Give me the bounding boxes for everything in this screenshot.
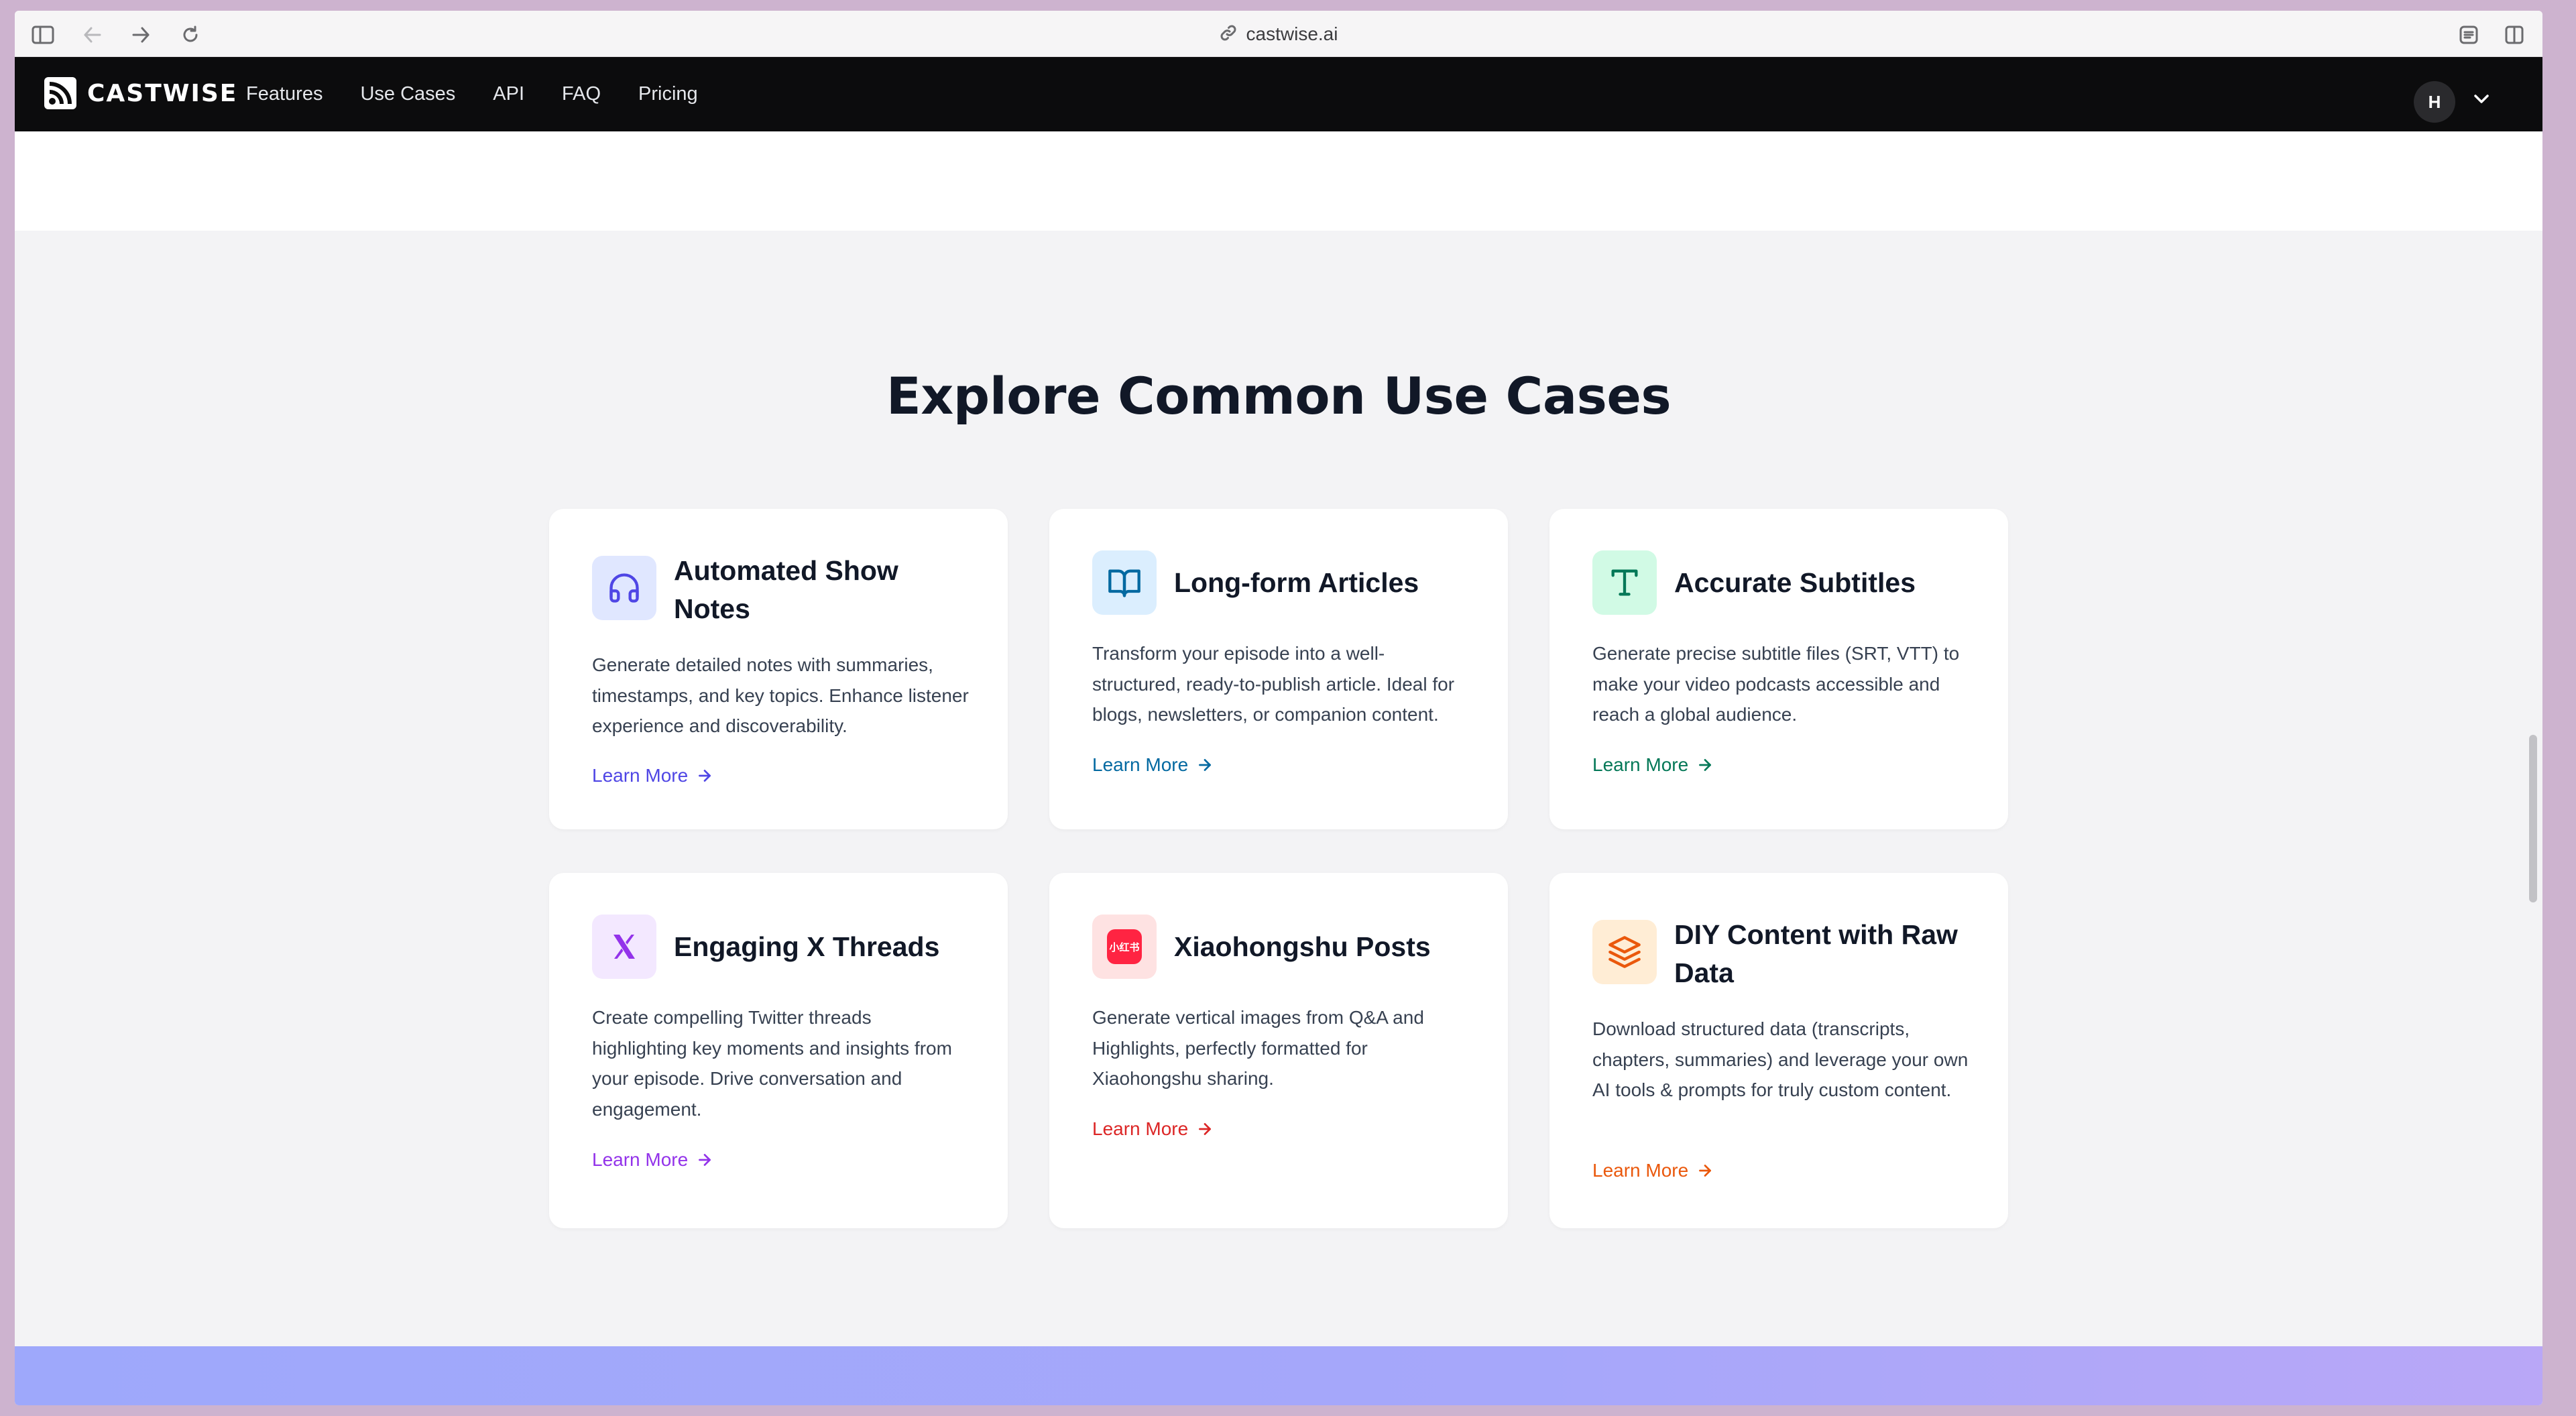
learn-more-link[interactable]: Learn More [1592, 1160, 1714, 1181]
brand-name: CASTWISE [87, 79, 238, 107]
arrow-right-icon [699, 770, 711, 782]
chevron-down-icon[interactable] [2473, 93, 2490, 109]
arrow-right-icon [1699, 1165, 1712, 1177]
type-icon [1592, 550, 1657, 615]
learn-more-label: Learn More [1592, 1160, 1689, 1181]
card-title: Accurate Subtitles [1674, 567, 1916, 598]
learn-more-label: Learn More [592, 1149, 689, 1170]
learn-more-link[interactable]: Learn More [1592, 754, 1714, 776]
use-case-card-articles: Long-form Articles Transform your episod… [1049, 509, 1508, 829]
learn-more-link[interactable]: Learn More [1092, 1118, 1214, 1140]
user-avatar[interactable]: H [2414, 81, 2455, 123]
back-arrow-icon[interactable] [79, 21, 106, 48]
split-view-icon[interactable] [2501, 21, 2528, 48]
use-case-card-xiaohongshu: 小红书 Xiaohongshu Posts Generate vertical … [1049, 873, 1508, 1228]
use-case-card-subtitles: Accurate Subtitles Generate precise subt… [1549, 509, 2008, 829]
learn-more-link[interactable]: Learn More [1092, 754, 1214, 776]
section-title: Explore Common Use Cases [886, 366, 1672, 426]
browser-window: castwise.ai CASTWISE Features Use Cases … [15, 11, 2542, 1405]
arrow-right-icon [1199, 1123, 1212, 1135]
url-text: castwise.ai [1246, 23, 1338, 44]
use-case-card-diy-raw-data: DIY Content with Raw Data Download struc… [1549, 873, 2008, 1228]
card-description: Create compelling Twitter threads highli… [592, 1007, 952, 1120]
use-case-card-show-notes: Automated Show Notes Generate detailed n… [549, 509, 1008, 829]
arrow-right-icon [1199, 759, 1212, 771]
nav-link-use-cases[interactable]: Use Cases [360, 83, 455, 105]
rss-logo-icon [44, 77, 76, 109]
learn-more-label: Learn More [592, 765, 689, 786]
address-bar[interactable]: castwise.ai [1220, 23, 1338, 45]
reload-icon[interactable] [177, 21, 204, 48]
brand-logo[interactable]: CASTWISE [44, 77, 237, 109]
learn-more-link[interactable]: Learn More [592, 1149, 713, 1171]
learn-more-label: Learn More [1092, 754, 1189, 775]
xiaohongshu-logo-icon: 小红书 [1092, 914, 1157, 979]
use-cases-section: Explore Common Use Cases Automated Show … [15, 231, 2542, 1357]
previous-section [15, 131, 2542, 231]
nav-link-api[interactable]: API [493, 83, 524, 105]
learn-more-link[interactable]: Learn More [592, 765, 713, 786]
link-icon [1220, 24, 1237, 45]
nav-links: Features Use Cases API FAQ Pricing [246, 57, 698, 131]
card-description: Transform your episode into a well-struc… [1092, 643, 1455, 725]
layers-icon [1592, 920, 1657, 984]
card-title: Long-form Articles [1174, 567, 1419, 598]
nav-link-pricing[interactable]: Pricing [638, 83, 698, 105]
card-title: DIY Content with Raw Data [1674, 919, 1958, 988]
site-header: CASTWISE Features Use Cases API FAQ Pric… [15, 57, 2542, 131]
book-open-icon [1092, 550, 1157, 615]
use-case-card-x-threads: Engaging X Threads Create compelling Twi… [549, 873, 1008, 1228]
card-description: Download structured data (transcripts, c… [1592, 1018, 1969, 1100]
next-section-banner [15, 1346, 2542, 1405]
nav-link-faq[interactable]: FAQ [562, 83, 601, 105]
card-description: Generate precise subtitle files (SRT, VT… [1592, 643, 1960, 725]
forward-arrow-icon[interactable] [127, 21, 154, 48]
card-title: Automated Show Notes [674, 555, 898, 624]
arrow-right-icon [699, 1154, 711, 1166]
card-title: Engaging X Threads [674, 931, 940, 962]
page-scrollbar[interactable] [2529, 735, 2537, 902]
learn-more-label: Learn More [1092, 1118, 1189, 1139]
arrow-right-icon [1699, 759, 1712, 771]
xiaohongshu-logo-text: 小红书 [1107, 929, 1142, 964]
reader-mode-icon[interactable] [2455, 21, 2482, 48]
x-logo-icon [592, 914, 656, 979]
headphones-icon [592, 556, 656, 620]
browser-toolbar: castwise.ai [15, 11, 2542, 57]
sidebar-toggle-icon[interactable] [30, 21, 56, 48]
card-description: Generate detailed notes with summaries, … [592, 654, 969, 736]
card-description: Generate vertical images from Q&A and Hi… [1092, 1007, 1424, 1089]
card-title: Xiaohongshu Posts [1174, 931, 1431, 962]
nav-link-features[interactable]: Features [246, 83, 323, 105]
learn-more-label: Learn More [1592, 754, 1689, 775]
